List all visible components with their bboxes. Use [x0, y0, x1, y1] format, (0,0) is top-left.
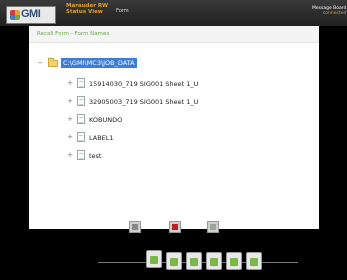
top-bar: GMI Marauder RW Status View Form Message… [0, 0, 347, 26]
dock-app-1-icon[interactable] [146, 250, 162, 268]
logo-text: GMI [21, 8, 41, 20]
app-icon [150, 256, 158, 264]
document-icon [77, 78, 85, 88]
expand-icon[interactable]: + [67, 98, 73, 105]
app-title: Marauder RW Status View [66, 3, 108, 15]
app-icon [190, 258, 198, 266]
app-icon [210, 258, 218, 266]
message-board[interactable]: Message Board connected [312, 6, 346, 16]
form-label: Form [116, 8, 129, 14]
tree-node-label: 32905003_719 SIG001 Sheet 1_U [89, 98, 199, 106]
arrow-left-icon [132, 224, 138, 230]
panel-header: Recall Form - Form Names [29, 26, 319, 43]
dock-app-6-icon[interactable] [246, 252, 262, 270]
tree-node-label: test [89, 152, 102, 160]
arrow-right-icon [210, 224, 216, 230]
document-icon [77, 150, 85, 160]
gmi-logo-icon [10, 10, 20, 20]
document-icon [77, 96, 85, 106]
tree-node-label: 15914030_719 SIG001 Sheet 1_U [89, 80, 199, 88]
tree-node-label: C:\GMI\MC3\JOB_DATA [61, 58, 137, 68]
expand-icon[interactable]: + [67, 116, 73, 123]
expand-icon[interactable]: + [67, 80, 73, 87]
forward-button[interactable] [207, 221, 219, 233]
gmi-logo: GMI [6, 6, 56, 24]
document-icon [77, 114, 85, 124]
app-title-line2: Status View [66, 9, 103, 15]
dock-app-4-icon[interactable] [206, 252, 222, 270]
dock-app-2-icon[interactable] [166, 252, 182, 270]
stop-button[interactable] [169, 221, 181, 233]
app-icon [230, 258, 238, 266]
expand-icon[interactable]: + [67, 134, 73, 141]
app-icon [170, 258, 178, 266]
collapse-icon[interactable]: − [37, 60, 43, 67]
panel-title: Recall Form - Form Names [37, 31, 110, 37]
expand-icon[interactable]: + [67, 152, 73, 159]
back-button[interactable] [129, 221, 141, 233]
folder-icon [48, 58, 58, 67]
app-icon [250, 258, 258, 266]
message-board-status: connected [322, 11, 347, 16]
document-icon [77, 132, 85, 142]
tree-node-label: LABEL1 [89, 134, 114, 142]
recall-form-panel: Recall Form - Form Names − C:\GMI\MC3\JO… [29, 26, 319, 233]
stop-icon [172, 224, 178, 230]
dock-app-3-icon[interactable] [186, 252, 202, 270]
tree-node-label: KOBUNDO [89, 116, 123, 124]
dock-app-5-icon[interactable] [226, 252, 242, 270]
